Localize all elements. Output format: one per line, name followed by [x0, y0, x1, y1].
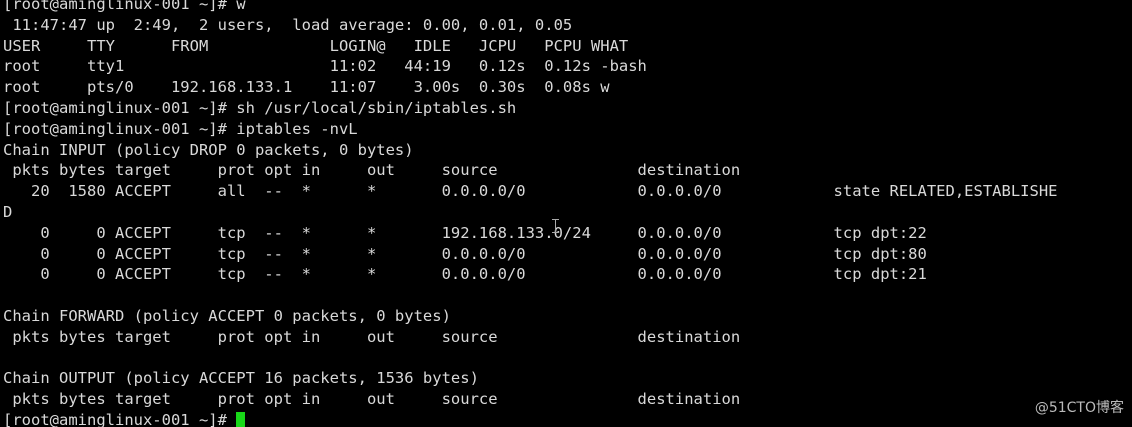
terminal-line: 0 0 ACCEPT tcp -- * * 0.0.0.0/0 0.0.0.0/…	[3, 244, 927, 263]
terminal-line: pkts bytes target prot opt in out source…	[3, 390, 741, 409]
terminal-line: Chain INPUT (policy DROP 0 packets, 0 by…	[3, 140, 414, 159]
terminal-output: [root@aminglinux-001 ~]# w 11:47:47 up 2…	[3, 0, 1058, 427]
terminal-line: [root@aminglinux-001 ~]# w	[3, 0, 246, 13]
terminal-line: Chain OUTPUT (policy ACCEPT 16 packets, …	[3, 369, 479, 388]
terminal-line: 11:47:47 up 2:49, 2 users, load average:…	[3, 15, 573, 34]
shell-prompt: [root@aminglinux-001 ~]#	[3, 410, 237, 427]
terminal-line: 20 1580 ACCEPT all -- * * 0.0.0.0/0 0.0.…	[3, 182, 1058, 201]
terminal-line: root tty1 11:02 44:19 0.12s 0.12s -bash	[3, 57, 647, 76]
prompt-line[interactable]: [root@aminglinux-001 ~]#	[3, 410, 1058, 427]
mouse-ibeam-cursor-icon	[552, 219, 559, 233]
terminal-line: [root@aminglinux-001 ~]# sh /usr/local/s…	[3, 98, 517, 117]
watermark: @51CTO博客	[1034, 400, 1124, 416]
terminal-line: pkts bytes target prot opt in out source…	[3, 161, 741, 180]
terminal-line: D	[3, 202, 13, 221]
text-cursor	[236, 411, 246, 427]
terminal-line: 0 0 ACCEPT tcp -- * * 192.168.133.0/24 0…	[3, 223, 927, 242]
terminal-line: 0 0 ACCEPT tcp -- * * 0.0.0.0/0 0.0.0.0/…	[3, 265, 927, 284]
terminal-line: [root@aminglinux-001 ~]# iptables -nvL	[3, 119, 358, 138]
terminal-line: USER TTY FROM LOGIN@ IDLE JCPU PCPU WHAT	[3, 36, 629, 55]
terminal-line: root pts/0 192.168.133.1 11:07 3.00s 0.3…	[3, 78, 610, 97]
terminal-line: Chain FORWARD (policy ACCEPT 0 packets, …	[3, 306, 451, 325]
terminal-line: pkts bytes target prot opt in out source…	[3, 327, 741, 346]
terminal-window[interactable]: [root@aminglinux-001 ~]# w 11:47:47 up 2…	[0, 0, 1132, 427]
